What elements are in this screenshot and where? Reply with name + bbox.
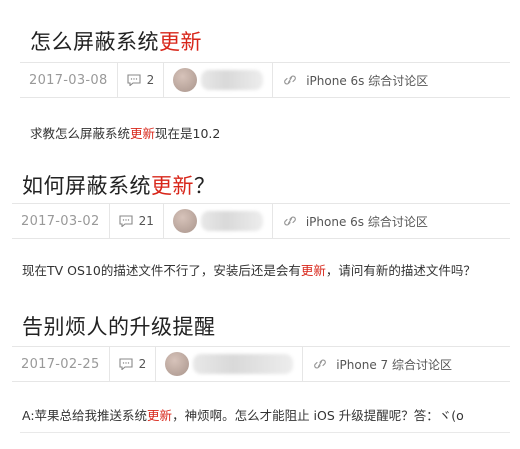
- forum-name[interactable]: iPhone 6s 综合讨论区: [306, 213, 428, 230]
- avatar[interactable]: [165, 352, 190, 376]
- excerpt-highlight: 更新: [147, 408, 173, 423]
- author[interactable]: [156, 347, 304, 381]
- comment-count[interactable]: 21: [110, 204, 164, 238]
- link-icon: [314, 359, 327, 369]
- excerpt-suffix: 现在是10.2: [155, 126, 221, 141]
- comment-count-value: 2: [146, 73, 155, 87]
- post-title[interactable]: 告别烦人的升级提醒: [22, 311, 216, 341]
- author-name-blurred[interactable]: [201, 70, 264, 90]
- forum-name[interactable]: iPhone 6s 综合讨论区: [306, 72, 428, 89]
- post-meta: 2017-03-08 2 iPhone 6s 综合讨论区: [20, 62, 510, 98]
- excerpt-text: 求教怎么屏蔽系统: [30, 126, 131, 141]
- title-suffix[interactable]: ？: [194, 174, 216, 198]
- excerpt-highlight: 更新: [130, 126, 156, 141]
- forum-link[interactable]: iPhone 6s 综合讨论区: [273, 204, 437, 238]
- post-title[interactable]: 如何屏蔽系统更新？: [22, 170, 216, 200]
- link-icon: [283, 216, 296, 226]
- post-excerpt: 求教怎么屏蔽系统更新现在是10.2: [30, 123, 220, 142]
- author[interactable]: [164, 63, 274, 97]
- title-highlight[interactable]: 更新: [159, 30, 202, 54]
- excerpt-suffix: ，神烦啊。怎么才能阻止 iOS 升级提醒呢？答：ヾ(o: [172, 408, 464, 423]
- author-name-blurred[interactable]: [200, 211, 263, 231]
- excerpt-text: 现在TV OS10的描述文件不行了，安装后还是会有: [22, 263, 301, 278]
- excerpt-text: A:苹果总给我推送系统: [22, 408, 148, 423]
- comment-count[interactable]: 2: [110, 347, 157, 381]
- title-text[interactable]: 如何屏蔽系统: [22, 174, 151, 198]
- post-excerpt: A:苹果总给我推送系统更新，神烦啊。怎么才能阻止 iOS 升级提醒呢？答：ヾ(o: [22, 405, 464, 424]
- author[interactable]: [164, 204, 273, 238]
- title-highlight[interactable]: 更新: [151, 174, 194, 198]
- comment-count[interactable]: 2: [118, 63, 165, 97]
- comment-count-value: 2: [138, 357, 147, 371]
- post-meta: 2017-02-25 2 iPhone 7 综合讨论区: [12, 346, 510, 382]
- post-title[interactable]: 怎么屏蔽系统更新: [30, 26, 202, 56]
- post-date: 2017-03-08: [20, 63, 118, 97]
- forum-link[interactable]: iPhone 7 综合讨论区: [303, 347, 461, 381]
- comment-bubble-icon: [119, 215, 133, 227]
- excerpt-suffix: ，请问有新的描述文件吗？: [325, 263, 476, 278]
- post-date: 2017-02-25: [12, 347, 110, 381]
- forum-link[interactable]: iPhone 6s 综合讨论区: [273, 63, 437, 97]
- author-name-blurred[interactable]: [193, 354, 294, 374]
- comment-bubble-icon: [119, 358, 133, 370]
- post-excerpt: 现在TV OS10的描述文件不行了，安装后还是会有更新，请问有新的描述文件吗？: [22, 260, 476, 279]
- avatar[interactable]: [173, 68, 198, 92]
- post-date: 2017-03-02: [12, 204, 110, 238]
- excerpt-highlight: 更新: [300, 263, 326, 278]
- comment-bubble-icon: [127, 74, 141, 86]
- forum-name[interactable]: iPhone 7 综合讨论区: [336, 356, 452, 373]
- title-text[interactable]: 怎么屏蔽系统: [30, 30, 159, 54]
- divider: [20, 432, 510, 433]
- comment-count-value: 21: [138, 214, 154, 228]
- post-meta: 2017-03-02 21 iPhone 6s 综合讨论区: [12, 203, 510, 239]
- link-icon: [284, 75, 297, 85]
- title-text[interactable]: 告别烦人的升级提醒: [22, 315, 216, 339]
- avatar[interactable]: [172, 209, 197, 233]
